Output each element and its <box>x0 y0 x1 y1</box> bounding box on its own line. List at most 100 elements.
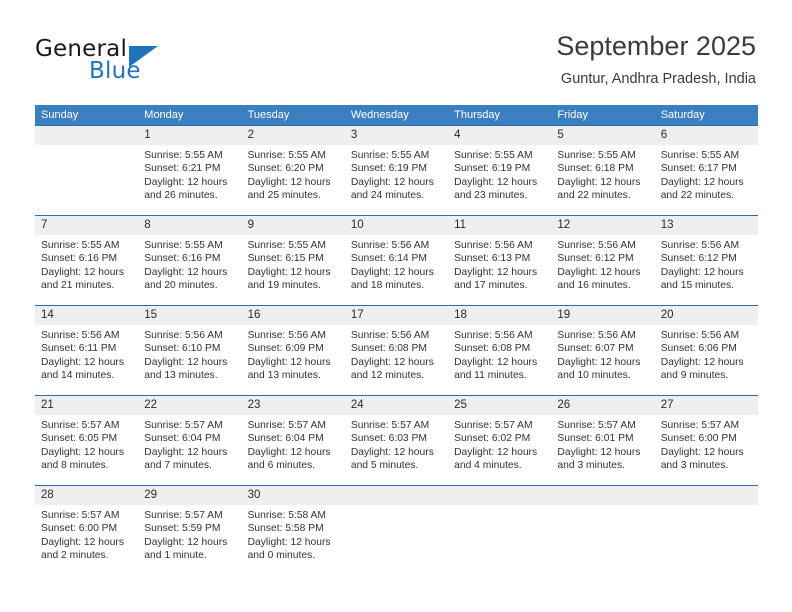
day-cell[interactable]: 7 Sunrise: 5:55 AM Sunset: 6:16 PM Dayli… <box>35 216 139 305</box>
day-cell[interactable]: 4 Sunrise: 5:55 AM Sunset: 6:19 PM Dayli… <box>448 126 552 215</box>
day-cell[interactable]: 5 Sunrise: 5:55 AM Sunset: 6:18 PM Dayli… <box>551 126 655 215</box>
daylight-text-line1: Daylight: 12 hours <box>660 446 744 458</box>
sunrise-text: Sunrise: 5:56 AM <box>660 240 740 251</box>
sunrise-text: Sunrise: 5:57 AM <box>144 510 223 521</box>
week-row: 7 Sunrise: 5:55 AM Sunset: 6:16 PM Dayli… <box>35 215 758 305</box>
daylight-text-line1: Daylight: 12 hours <box>144 176 228 188</box>
day-cell[interactable]: 6 Sunrise: 5:55 AM Sunset: 6:17 PM Dayli… <box>654 126 758 215</box>
sunrise-text: Sunrise: 5:55 AM <box>144 240 223 251</box>
daylight-text-line1: Daylight: 12 hours <box>454 266 538 278</box>
day-cell[interactable]: 8 Sunrise: 5:55 AM Sunset: 6:16 PM Dayli… <box>138 216 242 305</box>
sunrise-text: Sunrise: 5:55 AM <box>350 150 430 161</box>
daylight-text-line2: and 19 minutes. <box>247 280 321 292</box>
daylight-text-line1: Daylight: 12 hours <box>557 266 641 278</box>
day-cell[interactable]: 18 Sunrise: 5:56 AM Sunset: 6:08 PM Dayl… <box>448 306 552 395</box>
day-cell[interactable] <box>654 486 758 575</box>
sunset-text: Sunset: 6:13 PM <box>454 253 531 265</box>
day-cell[interactable]: 11 Sunrise: 5:56 AM Sunset: 6:13 PM Dayl… <box>448 216 552 305</box>
daylight-text-line2: and 25 minutes. <box>247 190 321 202</box>
sunset-text: Sunset: 6:07 PM <box>557 343 634 355</box>
day-number-band <box>551 486 655 505</box>
daylight-text-line2: and 8 minutes. <box>41 460 109 472</box>
day-cell[interactable] <box>448 486 552 575</box>
week-row: 21 Sunrise: 5:57 AM Sunset: 6:05 PM Dayl… <box>35 395 758 485</box>
day-cell[interactable]: 27 Sunrise: 5:57 AM Sunset: 6:00 PM Dayl… <box>654 396 758 485</box>
day-cell[interactable]: 9 Sunrise: 5:55 AM Sunset: 6:15 PM Dayli… <box>241 216 345 305</box>
day-number-band: 7 <box>35 216 139 235</box>
day-cell[interactable]: 20 Sunrise: 5:56 AM Sunset: 6:06 PM Dayl… <box>654 306 758 395</box>
day-info: Sunrise: 5:56 AM Sunset: 6:12 PM Dayligh… <box>551 235 654 293</box>
day-cell[interactable]: 26 Sunrise: 5:57 AM Sunset: 6:01 PM Dayl… <box>551 396 655 485</box>
daylight-text-line1: Daylight: 12 hours <box>660 176 744 188</box>
day-number-band: 6 <box>654 126 758 145</box>
day-cell[interactable]: 22 Sunrise: 5:57 AM Sunset: 6:04 PM Dayl… <box>138 396 242 485</box>
day-cell[interactable]: 19 Sunrise: 5:56 AM Sunset: 6:07 PM Dayl… <box>551 306 655 395</box>
brand-logo[interactable]: General Blue <box>35 36 215 90</box>
day-cell[interactable] <box>35 126 139 215</box>
day-cell[interactable] <box>344 486 449 575</box>
sunrise-text: Sunrise: 5:55 AM <box>247 150 326 161</box>
daylight-text-line1: Daylight: 12 hours <box>41 266 124 278</box>
day-number-band: 27 <box>654 396 758 415</box>
daylight-text-line2: and 24 minutes. <box>350 190 425 202</box>
day-number: 6 <box>660 129 668 141</box>
day-info: Sunrise: 5:55 AM Sunset: 6:21 PM Dayligh… <box>138 145 241 203</box>
daylight-text-line1: Daylight: 12 hours <box>41 446 124 458</box>
week-row: 1 Sunrise: 5:55 AM Sunset: 6:21 PM Dayli… <box>35 125 758 215</box>
day-cell[interactable]: 2 Sunrise: 5:55 AM Sunset: 6:20 PM Dayli… <box>241 126 345 215</box>
day-number: 15 <box>144 309 158 321</box>
day-cell[interactable]: 30 Sunrise: 5:58 AM Sunset: 5:58 PM Dayl… <box>241 486 345 575</box>
day-cell[interactable]: 28 Sunrise: 5:57 AM Sunset: 6:00 PM Dayl… <box>35 486 139 575</box>
sunset-text: Sunset: 6:21 PM <box>144 163 221 175</box>
day-number: 2 <box>247 129 254 141</box>
day-cell[interactable]: 16 Sunrise: 5:56 AM Sunset: 6:09 PM Dayl… <box>241 306 345 395</box>
day-info: Sunrise: 5:55 AM Sunset: 6:19 PM Dayligh… <box>448 145 551 203</box>
daylight-text-line1: Daylight: 12 hours <box>557 356 641 368</box>
daylight-text-line1: Daylight: 12 hours <box>144 446 228 458</box>
day-cell[interactable]: 29 Sunrise: 5:57 AM Sunset: 5:59 PM Dayl… <box>138 486 242 575</box>
day-cell[interactable]: 1 Sunrise: 5:55 AM Sunset: 6:21 PM Dayli… <box>138 126 242 215</box>
day-number-band: 8 <box>138 216 242 235</box>
day-info: Sunrise: 5:55 AM Sunset: 6:16 PM Dayligh… <box>35 235 138 293</box>
day-cell[interactable]: 21 Sunrise: 5:57 AM Sunset: 6:05 PM Dayl… <box>35 396 139 485</box>
day-cell[interactable]: 12 Sunrise: 5:56 AM Sunset: 6:12 PM Dayl… <box>551 216 655 305</box>
day-cell[interactable]: 13 Sunrise: 5:56 AM Sunset: 6:12 PM Dayl… <box>654 216 758 305</box>
day-info: Sunrise: 5:57 AM Sunset: 6:02 PM Dayligh… <box>448 415 551 473</box>
day-info: Sunrise: 5:56 AM Sunset: 6:12 PM Dayligh… <box>655 235 758 293</box>
day-cell[interactable]: 23 Sunrise: 5:57 AM Sunset: 6:04 PM Dayl… <box>241 396 345 485</box>
sunset-text: Sunset: 6:11 PM <box>41 343 117 355</box>
day-cell[interactable]: 24 Sunrise: 5:57 AM Sunset: 6:03 PM Dayl… <box>344 396 449 485</box>
daylight-text-line2: and 17 minutes. <box>454 280 528 292</box>
day-cell[interactable]: 3 Sunrise: 5:55 AM Sunset: 6:19 PM Dayli… <box>344 126 449 215</box>
day-number-band: 12 <box>551 216 655 235</box>
day-cell[interactable] <box>551 486 655 575</box>
sunset-text: Sunset: 6:14 PM <box>350 253 427 265</box>
daylight-text-line1: Daylight: 12 hours <box>350 446 434 458</box>
daylight-text-line2: and 22 minutes. <box>660 190 734 202</box>
day-number: 14 <box>41 309 54 321</box>
calendar-grid: Sunday Monday Tuesday Wednesday Thursday… <box>35 105 758 575</box>
day-number: 25 <box>454 399 467 411</box>
daylight-text-line1: Daylight: 12 hours <box>350 176 434 188</box>
daylight-text-line2: and 18 minutes. <box>350 280 425 292</box>
daylight-text-line2: and 22 minutes. <box>557 190 631 202</box>
page-title: September 2025 <box>556 31 756 61</box>
daylight-text-line1: Daylight: 12 hours <box>557 176 641 188</box>
day-cell[interactable]: 10 Sunrise: 5:56 AM Sunset: 6:14 PM Dayl… <box>344 216 449 305</box>
day-cell[interactable]: 15 Sunrise: 5:56 AM Sunset: 6:10 PM Dayl… <box>138 306 242 395</box>
day-cell[interactable]: 25 Sunrise: 5:57 AM Sunset: 6:02 PM Dayl… <box>448 396 552 485</box>
day-cell[interactable]: 14 Sunrise: 5:56 AM Sunset: 6:11 PM Dayl… <box>35 306 139 395</box>
day-cell[interactable]: 17 Sunrise: 5:56 AM Sunset: 6:08 PM Dayl… <box>344 306 449 395</box>
day-number: 12 <box>557 219 571 231</box>
day-number: 27 <box>660 399 674 411</box>
day-number-band: 25 <box>448 396 552 415</box>
sunset-text: Sunset: 6:06 PM <box>660 343 737 355</box>
day-info: Sunrise: 5:56 AM Sunset: 6:08 PM Dayligh… <box>345 325 448 383</box>
day-number: 18 <box>454 309 467 321</box>
sunset-text: Sunset: 6:17 PM <box>660 163 737 175</box>
day-number: 21 <box>41 399 54 411</box>
day-number-band <box>654 486 758 505</box>
weekday-header-thursday: Thursday <box>454 109 500 121</box>
day-number: 28 <box>41 489 54 501</box>
sunrise-text: Sunrise: 5:55 AM <box>557 150 636 161</box>
